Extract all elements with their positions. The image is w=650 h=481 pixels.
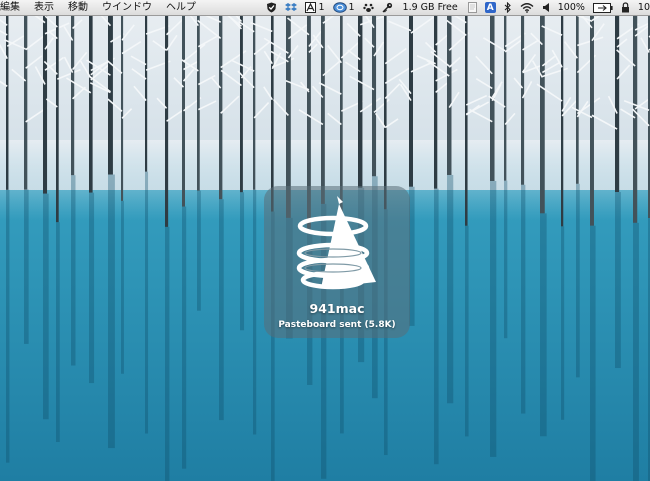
lock-icon[interactable] [621,0,630,15]
notification-hud[interactable]: 941mac Pasteboard sent (5.8K) [264,186,410,338]
paw-icon[interactable] [362,0,374,15]
key-icon[interactable] [382,0,393,15]
adobe-count: 1 [318,2,325,13]
wifi-icon[interactable] [520,0,534,15]
shield-check-icon[interactable] [266,0,277,15]
menu-view[interactable]: 表示 [27,0,61,15]
clock[interactable]: 10 [638,0,650,15]
menu-bar: 編集 表示 移動 ウインドウ ヘルプ 1 1 1.9 GB Free A 100… [0,0,650,16]
cloud-count: 1 [348,2,355,13]
cloud-badge-icon [332,2,347,13]
dropbox-icon[interactable] [285,0,298,15]
battery-icon[interactable] [592,0,613,15]
menu-go[interactable]: 移動 [61,0,95,15]
free-memory[interactable]: 1.9 GB Free [403,0,458,15]
menu-help[interactable]: ヘルプ [159,0,203,15]
triangle-rings-icon [296,196,376,290]
hud-title: 941mac [309,301,365,316]
battery-percent[interactable]: 100% [558,0,585,15]
menu-edit[interactable]: 編集 [0,0,27,15]
volume-icon[interactable] [542,0,550,15]
bluetooth-icon[interactable] [504,0,512,15]
document-icon[interactable] [467,0,477,15]
status-menus: 1 1 1.9 GB Free A 100% 10 [262,0,650,15]
menu-window[interactable]: ウインドウ [95,0,159,15]
adobe-notify[interactable]: 1 [305,0,325,15]
cloud-notify[interactable]: 1 [332,0,355,15]
hud-subtitle: Pasteboard sent (5.8K) [278,320,396,330]
adobe-icon [305,2,317,13]
input-method-indicator[interactable]: A [484,2,496,13]
